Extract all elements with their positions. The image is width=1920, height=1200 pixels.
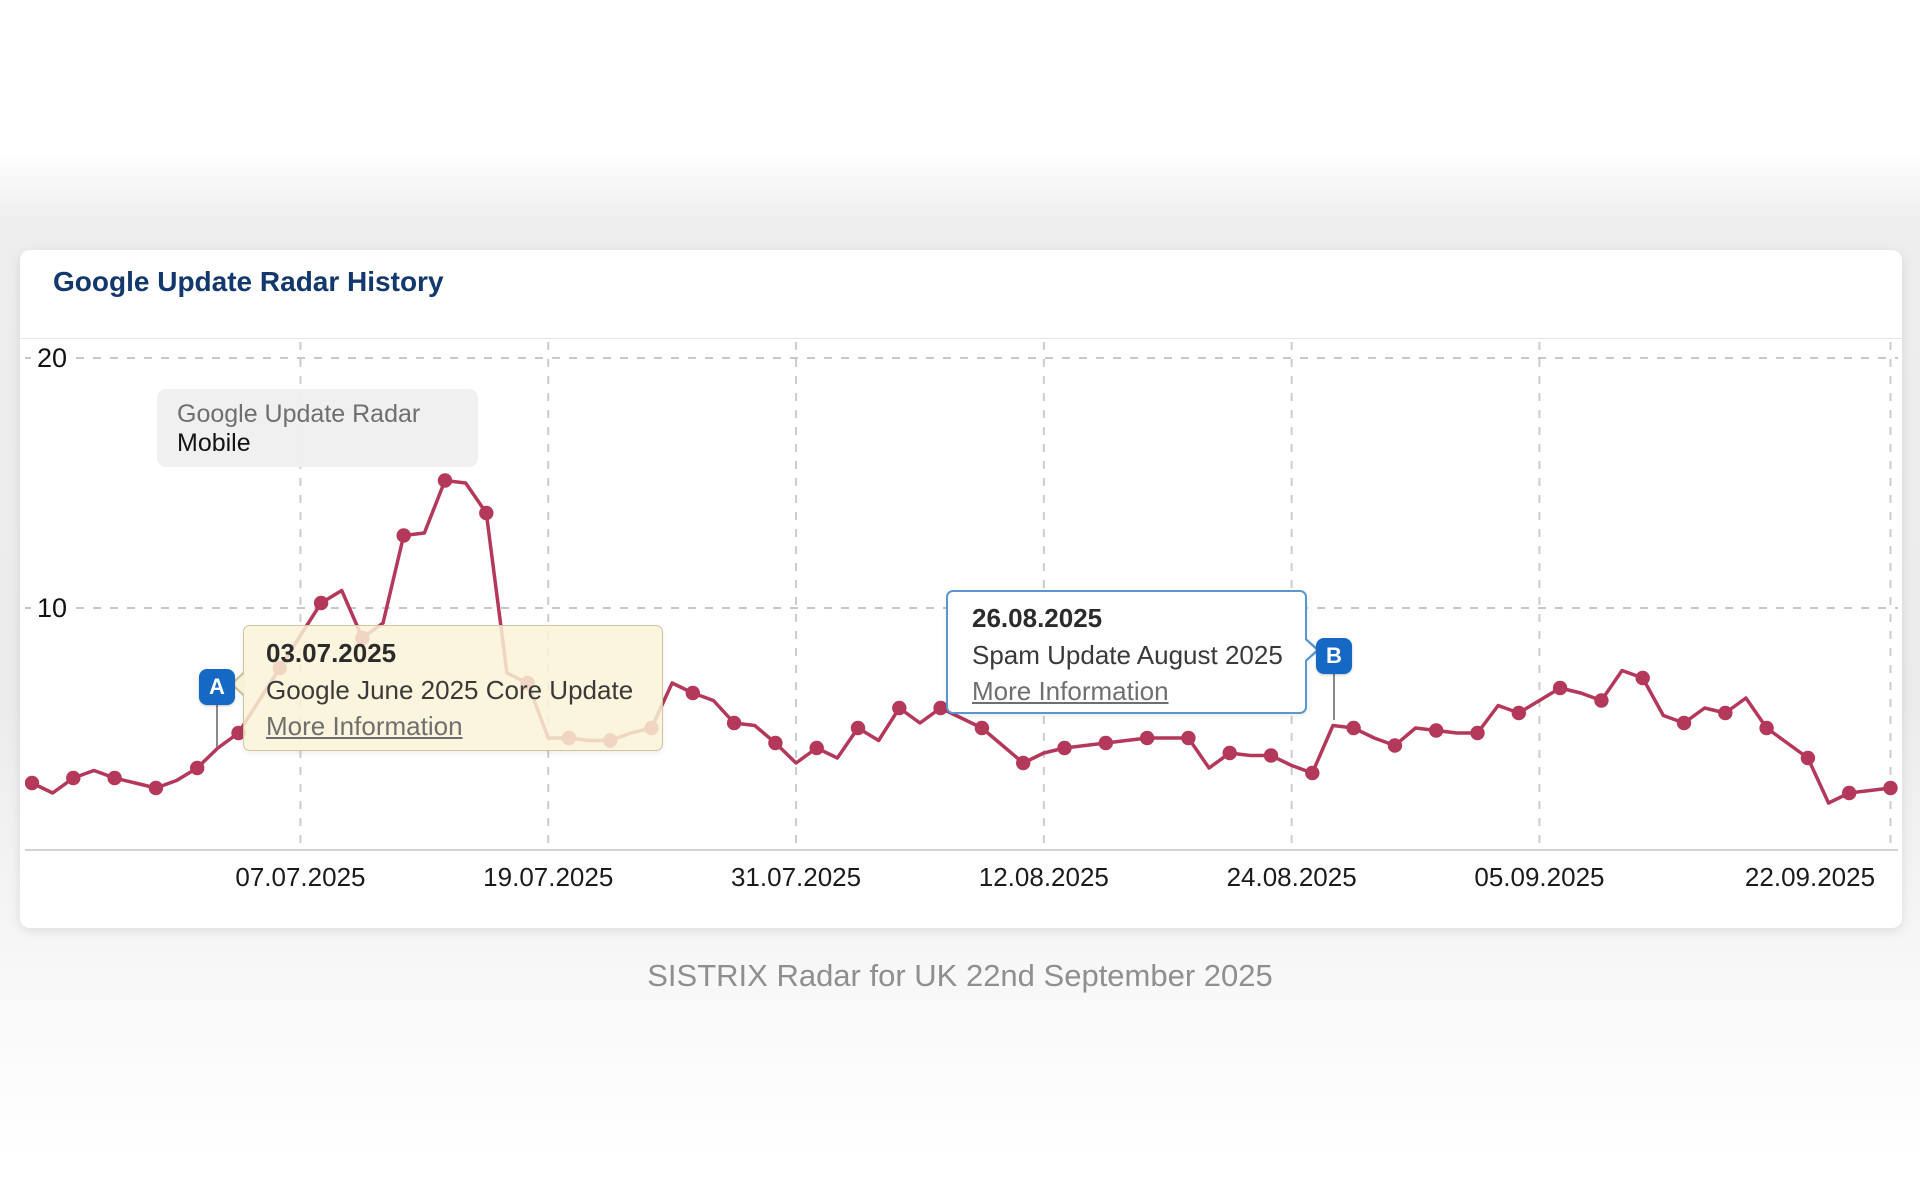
x-tick-label: 19.07.2025 — [468, 862, 628, 893]
annotation-title: Google June 2025 Core Update — [266, 672, 662, 708]
radar-history-card: Google Update Radar History 20 10 07.07.… — [20, 250, 1902, 928]
x-tick-label: 24.08.2025 — [1212, 862, 1372, 893]
annotation-date: 26.08.2025 — [972, 599, 1305, 637]
footer-caption: SISTRIX Radar for UK 22nd September 2025 — [0, 958, 1920, 994]
legend-device-label: Mobile — [177, 429, 478, 458]
x-tick-label: 05.09.2025 — [1459, 862, 1619, 893]
x-tick-label: 07.07.2025 — [220, 862, 380, 893]
annotation-title: Spam Update August 2025 — [972, 637, 1305, 673]
annotation-b-stem — [1333, 674, 1335, 720]
annotation-a-badge[interactable]: A — [199, 669, 235, 705]
y-tick-label: 10 — [31, 593, 73, 623]
more-information-link[interactable]: More Information — [266, 708, 463, 744]
x-tick-label: 12.08.2025 — [964, 862, 1124, 893]
tooltip-pointer — [1304, 639, 1316, 661]
more-information-link[interactable]: More Information — [972, 673, 1169, 709]
annotation-a-stem — [216, 705, 218, 747]
page-title: Google Update Radar History — [53, 266, 444, 298]
page: Google Update Radar History 20 10 07.07.… — [0, 0, 1920, 1200]
x-tick-label: 31.07.2025 — [716, 862, 876, 893]
annotation-date: 03.07.2025 — [266, 634, 662, 672]
annotation-b-tooltip: 26.08.2025 Spam Update August 2025 More … — [946, 590, 1307, 714]
annotation-a-tooltip: 03.07.2025 Google June 2025 Core Update … — [243, 625, 663, 751]
x-tick-label: 22.09.2025 — [1730, 862, 1890, 893]
chart-plot-area[interactable]: 20 10 07.07.2025 19.07.2025 31.07.2025 1… — [25, 338, 1898, 928]
series-legend-tooltip: Google Update Radar Mobile — [157, 389, 478, 467]
annotation-b-badge[interactable]: B — [1316, 638, 1352, 674]
legend-series-name: Google Update Radar — [177, 400, 478, 429]
y-tick-label: 20 — [31, 343, 73, 373]
